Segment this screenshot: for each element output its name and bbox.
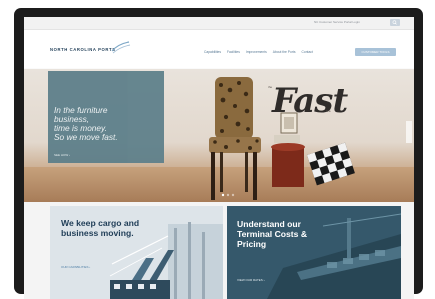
card-title-line: Understand our (237, 219, 301, 229)
main-nav: Capabilities Facilities Improvements Abo… (204, 50, 313, 54)
customer-portal-link[interactable]: NC Customer Service Portal Login (314, 20, 360, 24)
capabilities-link[interactable]: OUR CAPABILITIES › (61, 265, 90, 269)
card-title-line: Pricing (237, 239, 267, 249)
customer-tools-button[interactable]: CUSTOMER TOOLS (355, 48, 396, 56)
hero-message-panel: In the furniture business, time is money… (48, 71, 164, 163)
carousel-next-button[interactable] (406, 121, 412, 143)
chevron-left-icon[interactable]: ‹ (24, 127, 25, 139)
feature-cards: We keep cargo and business moving. OUR C… (24, 202, 414, 299)
logo-wave-icon (111, 41, 131, 54)
rates-card-title: Understand our Terminal Costs & Pricing (237, 219, 337, 249)
view-rates-link-label: VIEW OUR RATES (237, 278, 263, 282)
hero-headline: Fast (272, 81, 348, 121)
hero-banner: the Fast lane In the furniture business,… (24, 69, 414, 202)
hero-tagline-line: So we move fast. (54, 132, 118, 142)
site-logo[interactable]: NORTH CAROLINA PORTS (50, 47, 116, 52)
nav-item-about[interactable]: About the Ports (273, 50, 296, 54)
nav-item-improvements[interactable]: Improvements (246, 50, 267, 54)
capabilities-link-label: OUR CAPABILITIES (61, 265, 89, 269)
nav-item-capabilities[interactable]: Capabilities (204, 50, 221, 54)
nav-item-contact[interactable]: Contact (302, 50, 313, 54)
hero-see-how-link[interactable]: SEE HOW › (54, 153, 70, 157)
search-button[interactable] (390, 19, 400, 26)
utility-bar: NC Customer Service Portal Login (24, 17, 414, 30)
browser-screen: NC Customer Service Portal Login NORTH C… (24, 17, 414, 299)
capabilities-card[interactable]: We keep cargo and business moving. OUR C… (50, 206, 223, 299)
card-title-line: Terminal Costs & (237, 229, 308, 239)
capabilities-card-title: We keep cargo and business moving. (61, 218, 181, 239)
site-header: NORTH CAROLINA PORTS Capabilities Facili… (24, 30, 414, 68)
view-rates-link[interactable]: VIEW OUR RATES › (237, 278, 265, 282)
card-title-line: business moving. (61, 227, 134, 238)
nav-item-facilities[interactable]: Facilities (227, 50, 240, 54)
search-icon (392, 20, 397, 25)
rates-card[interactable]: Understand our Terminal Costs & Pricing … (227, 206, 401, 299)
hero-headline-suffix: lane (326, 110, 331, 113)
hero-tagline: In the furniture business, time is money… (54, 106, 164, 142)
hero-link-label: SEE HOW (54, 153, 69, 157)
